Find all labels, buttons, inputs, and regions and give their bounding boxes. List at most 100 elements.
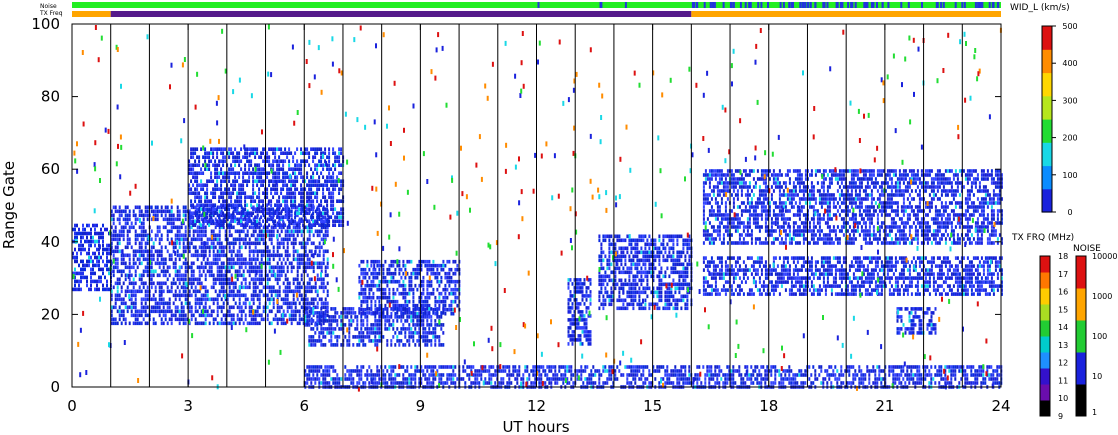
echo-cell: [292, 219, 295, 223]
echo-cell: [164, 217, 167, 222]
echo-cell: [720, 369, 723, 373]
echo-cell: [280, 297, 283, 302]
echo-cell: [340, 187, 343, 191]
echo-cell: [228, 203, 231, 207]
echo-cell: [156, 205, 159, 210]
echo-cell: [216, 187, 219, 191]
echo-cell: [222, 223, 225, 227]
echo-cell: [288, 289, 291, 294]
echo-cell: [282, 257, 285, 262]
echo-cell: [738, 373, 741, 377]
echo-cell: [112, 317, 115, 322]
echo-cell: [410, 377, 413, 381]
echo-cell: [208, 321, 211, 326]
echo-cell: [86, 275, 88, 280]
echo-cell: [212, 321, 215, 326]
echo-cell: [722, 373, 725, 377]
echo-cell: [424, 331, 427, 335]
echo-cell: [178, 277, 181, 282]
echo-cell: [258, 171, 261, 175]
echo-cell: [292, 241, 295, 246]
echo-cell: [594, 381, 597, 385]
echo-cell: [250, 297, 253, 302]
echo-cell: [298, 253, 301, 258]
echo-cell: [470, 365, 473, 369]
echo-cell: [204, 301, 207, 306]
echo-cell: [390, 373, 393, 377]
echo-cell: [236, 207, 239, 211]
echo-cell: [210, 309, 213, 314]
echo-cell: [262, 203, 265, 207]
echo-cell: [276, 223, 279, 227]
echo-cell: [310, 253, 313, 258]
echo-cell: [114, 305, 117, 310]
echo-cell: [256, 233, 259, 238]
echo-cell: [228, 313, 231, 318]
echo-cell: [316, 327, 319, 331]
echo-cell: [322, 163, 325, 167]
echo-cell: [244, 241, 247, 246]
echo-cell: [590, 381, 593, 385]
echo-cell: [674, 369, 677, 373]
echo-cell: [268, 229, 271, 234]
echo-cell: [222, 203, 225, 207]
echo-cell: [290, 321, 293, 326]
echo-cell: [684, 365, 687, 369]
echo-cell: [378, 377, 381, 381]
echo-cell: [424, 307, 427, 312]
echo-cell: [316, 179, 319, 183]
echo-cell: [424, 373, 427, 377]
echo-cell: [134, 241, 137, 246]
echo-cell: [206, 163, 209, 167]
echo-cell: [284, 175, 287, 179]
echo-cell: [208, 249, 211, 254]
echo-cell: [330, 335, 333, 339]
echo-cell: [262, 277, 265, 282]
echo-cell: [670, 381, 673, 385]
echo-cell: [330, 199, 333, 203]
noise-bar-mark: [835, 2, 838, 8]
echo-cell: [344, 311, 347, 315]
echo-cell: [292, 277, 295, 282]
echo-cell: [138, 249, 141, 254]
echo-cell: [220, 281, 223, 286]
echo-cell: [426, 279, 429, 284]
echo-cell: [402, 279, 405, 284]
echo-cell: [232, 159, 235, 163]
echo-cell: [290, 191, 293, 195]
echo-cell: [180, 265, 183, 270]
echo-cell: [194, 223, 197, 227]
echo-cell: [158, 297, 161, 302]
echo-cell: [268, 277, 271, 282]
echo-cell: [138, 241, 141, 246]
echo-cell: [408, 299, 411, 304]
echo-cell: [184, 313, 187, 318]
echo-cell: [658, 365, 661, 369]
echo-cell: [234, 147, 237, 151]
echo-cell: [140, 309, 143, 314]
echo-cell: [504, 365, 507, 369]
echo-cell: [134, 269, 137, 274]
echo-cell: [654, 369, 657, 373]
echo-cell: [140, 281, 143, 286]
noise-bar-mark: [804, 2, 807, 8]
echo-cell: [440, 343, 443, 347]
echo-cell: [194, 249, 197, 254]
echo-cell: [222, 301, 225, 306]
echo-cell: [462, 369, 465, 373]
echo-cell: [374, 283, 377, 288]
echo-cell: [224, 175, 227, 179]
echo-cell: [122, 217, 125, 222]
echo-cell: [174, 273, 177, 278]
echo-cell: [456, 287, 459, 292]
echo-cell: [298, 257, 301, 262]
echo-cell: [668, 377, 671, 381]
echo-cell: [326, 293, 329, 298]
echo-cell: [424, 377, 427, 381]
echo-cell: [140, 273, 143, 278]
echo-cell: [386, 295, 389, 300]
echo-cell: [180, 293, 183, 298]
echo-cell: [290, 233, 293, 238]
echo-cell: [422, 259, 425, 264]
echo-cell: [206, 195, 209, 199]
